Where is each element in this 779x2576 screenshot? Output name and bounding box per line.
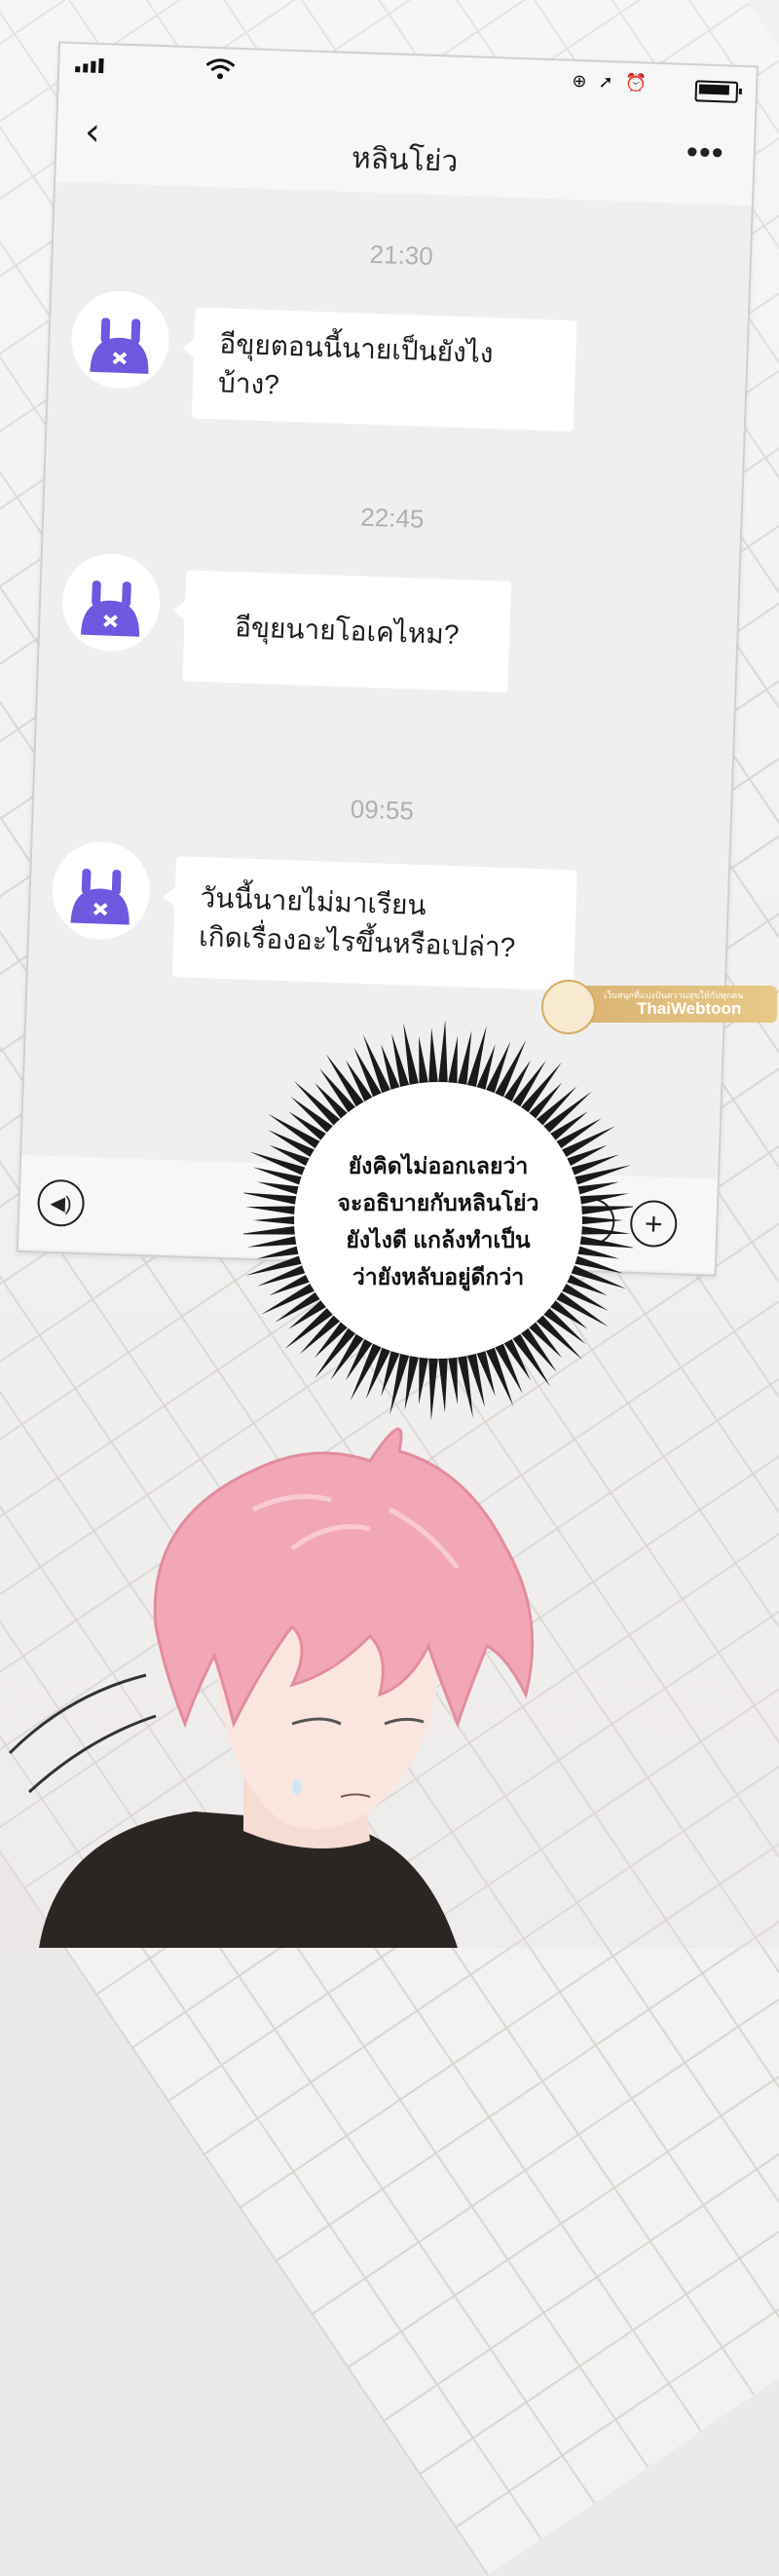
message-bubble: อีขุยนายโอเคไหม? — [182, 570, 512, 692]
avatar — [60, 551, 162, 653]
wifi-icon — [205, 58, 236, 80]
bunny-icon — [90, 317, 149, 374]
thought-text: ยังคิดไม่ออกเลยว่า จะอธิบายกับหลินโย่ว ย… — [243, 1147, 633, 1295]
signal-icon — [75, 57, 104, 74]
alarm-icon: ⏰ — [624, 72, 648, 93]
location-icon: ➚ — [598, 71, 614, 93]
message-bubble: อีขุยตอนนี้นายเป็นยังไงบ้าง? — [191, 307, 577, 432]
timestamp: 22:45 — [359, 502, 425, 534]
voice-icon[interactable]: ◀︎) — [36, 1178, 86, 1228]
watermark-name: ThaiWebtoon — [637, 999, 742, 1018]
bunny-icon — [80, 580, 139, 637]
motion-line — [27, 1714, 157, 1794]
message-bubble: วันนี้นายไม่มาเรียน เกิดเรื่องอะไรขึ้นหร… — [171, 856, 577, 991]
more-icon[interactable]: ••• — [686, 133, 724, 171]
avatar — [69, 289, 171, 391]
avatar — [51, 840, 152, 942]
rotation-lock-icon: ⊕ — [572, 70, 587, 92]
thought-line: ยังไงดี แกล้งทำเป็น — [346, 1227, 531, 1252]
motion-line — [8, 1673, 147, 1755]
thought-line: ว่ายังหลับอยู่ดีกว่า — [352, 1264, 525, 1289]
thought-line: จะอธิบายกับหลินโย่ว — [337, 1190, 539, 1215]
thought-line: ยังคิดไม่ออกเลยว่า — [348, 1153, 529, 1178]
bunny-icon — [70, 868, 130, 925]
character-illustration — [8, 1428, 535, 1948]
message-text: อีขุยตอนนี้นายเป็นยังไงบ้าง? — [217, 328, 495, 400]
message-text: อีขุยนายโอเคไหม? — [234, 612, 460, 651]
plus-icon[interactable]: + — [629, 1199, 679, 1249]
sweat-drop — [292, 1779, 302, 1795]
battery-icon — [694, 80, 739, 103]
timestamp: 21:30 — [369, 239, 434, 272]
timestamp: 09:55 — [350, 794, 415, 826]
